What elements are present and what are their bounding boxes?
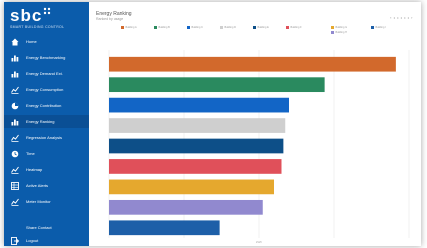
- bar[interactable]: [109, 220, 220, 236]
- bar[interactable]: [109, 56, 396, 72]
- logout-icon: [8, 236, 22, 245]
- sidebar-item-label: Energy Contribution: [26, 103, 62, 108]
- main-panel: Energy Ranking Ranked by usage ‹ • • • •…: [89, 2, 421, 246]
- sidebar-item-label: Heatmap: [26, 167, 43, 172]
- logo: sbc SMART BUILDING CONTROL: [10, 7, 64, 29]
- bar[interactable]: [109, 199, 263, 215]
- bar[interactable]: [109, 97, 289, 113]
- logo-text: sbc: [10, 6, 43, 25]
- line-chart-icon: [8, 198, 22, 206]
- bar[interactable]: [109, 77, 325, 93]
- sidebar-item-home[interactable]: Home: [4, 35, 89, 48]
- share-contact-label: Share Contact: [26, 225, 52, 230]
- line-chart-icon: [8, 86, 22, 94]
- sidebar-item-energy-contribution[interactable]: Energy Contribution: [4, 99, 89, 112]
- sidebar-item-label: Logout: [26, 238, 39, 243]
- logout-button[interactable]: Logout: [4, 234, 89, 246]
- sidebar-item-label: Home: [26, 39, 37, 44]
- home-icon: [8, 38, 22, 46]
- sidebar: sbc SMART BUILDING CONTROL Home Energy B…: [4, 2, 89, 246]
- pie-chart-icon: [8, 102, 22, 110]
- share-contact-button[interactable]: Share Contact: [4, 221, 89, 234]
- bar-chart-icon: [8, 118, 22, 126]
- sidebar-item-meter-monitor[interactable]: Meter Monitor: [4, 195, 89, 208]
- sidebar-item-energy-consumption[interactable]: Energy Consumption: [4, 83, 89, 96]
- sidebar-item-heatmap[interactable]: Heatmap: [4, 163, 89, 176]
- sidebar-item-energy-ranking[interactable]: Energy Ranking: [4, 115, 89, 128]
- sidebar-item-label: Energy Consumption: [26, 87, 64, 92]
- bar-chart-icon: [8, 70, 22, 78]
- line-chart-icon: [8, 166, 22, 174]
- bar[interactable]: [109, 179, 274, 195]
- sidebar-item-energy-demand[interactable]: Energy Demand Ext.: [4, 67, 89, 80]
- sidebar-item-label: Energy Ranking: [26, 119, 55, 124]
- bar[interactable]: [109, 118, 286, 133]
- x-axis-label: kWh: [256, 240, 262, 244]
- sidebar-item-time[interactable]: Time: [4, 147, 89, 160]
- sidebar-item-energy-benchmarking[interactable]: Energy Benchmarking: [4, 51, 89, 64]
- logo-tagline: SMART BUILDING CONTROL: [10, 25, 65, 29]
- bar-chart: kWh: [108, 50, 410, 244]
- sidebar-item-label: Regression Analysis: [26, 135, 63, 140]
- line-chart-icon: [8, 134, 22, 142]
- sidebar-item-active-alerts[interactable]: Active Alerts: [4, 179, 89, 192]
- bar-chart-icon: [8, 54, 22, 62]
- sidebar-item-label: Energy Benchmarking: [26, 55, 66, 60]
- table-icon: [8, 181, 22, 190]
- sidebar-item-label: Energy Demand Ext.: [26, 71, 63, 76]
- sidebar-item-label: Meter Monitor: [26, 199, 51, 204]
- clock-icon: [8, 150, 22, 158]
- logo-dots-icon: [44, 7, 51, 15]
- app-window: sbc SMART BUILDING CONTROL Home Energy B…: [4, 2, 421, 246]
- sidebar-item-label: Active Alerts: [26, 183, 49, 188]
- bar[interactable]: [109, 159, 282, 174]
- bar[interactable]: [109, 138, 284, 154]
- sidebar-item-label: Time: [26, 151, 35, 156]
- sidebar-item-regression-analysis[interactable]: Regression Analysis: [4, 131, 89, 144]
